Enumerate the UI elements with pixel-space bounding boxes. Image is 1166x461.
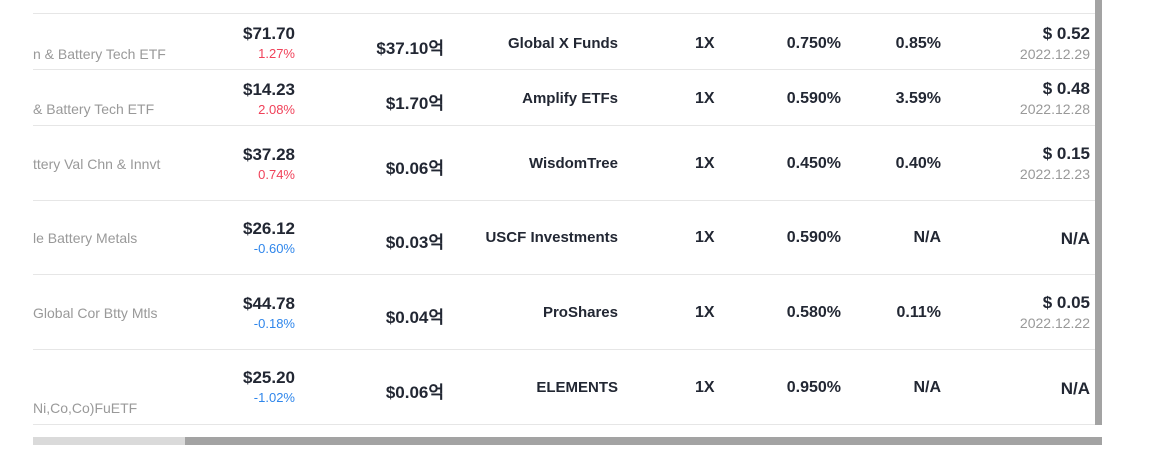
etf-price: $37.28 (243, 145, 295, 164)
etf-dividend-date: 2022.12.23 (1019, 166, 1090, 182)
etf-dividend: $ 0.05 (1042, 293, 1090, 312)
etf-leverage: 1X (695, 90, 715, 107)
etf-dividend: $ 0.48 (1042, 79, 1090, 98)
etf-aum: $0.04억 (385, 308, 444, 327)
table-row[interactable]: Global Cor Btty Mtls $44.78 -0.18% $0.04… (33, 275, 1095, 350)
etf-price-change: -1.02% (253, 390, 295, 405)
etf-dividend-yield: N/A (913, 229, 941, 246)
etf-expense-ratio: 0.590% (786, 90, 841, 107)
etf-dividend-yield: 3.59% (895, 90, 941, 107)
etf-aum: $37.10억 (376, 39, 444, 58)
etf-leverage: 1X (695, 155, 715, 172)
etf-dividend-date: 2022.12.22 (1019, 315, 1090, 331)
etf-name[interactable]: Global Cor Btty Mtls (33, 305, 157, 321)
etf-name[interactable]: le Battery Metals (33, 230, 137, 246)
etf-dividend-yield: 0.85% (895, 35, 941, 52)
etf-price: $26.12 (243, 219, 295, 238)
table-row[interactable]: & Battery Tech ETF $14.23 2.08% $1.70억 A… (33, 70, 1095, 126)
etf-dividend-yield: N/A (913, 379, 941, 396)
table-row[interactable]: ttery Val Chn & Innvt $37.28 0.74% $0.06… (33, 126, 1095, 201)
etf-issuer: ELEMENTS (536, 379, 618, 396)
etf-name[interactable]: & Battery Tech ETF (33, 101, 154, 117)
etf-price: $25.20 (243, 368, 295, 387)
vertical-scrollbar[interactable] (1095, 0, 1102, 425)
etf-expense-ratio: 0.580% (786, 304, 841, 321)
etf-issuer: Amplify ETFs (522, 90, 618, 107)
etf-aum: $1.70억 (385, 94, 444, 113)
etf-table: n & Battery Tech ETF $71.70 1.27% $37.10… (33, 0, 1095, 425)
etf-leverage: 1X (695, 304, 715, 321)
etf-name[interactable]: ttery Val Chn & Innvt (33, 156, 160, 172)
etf-aum: $0.06억 (385, 159, 444, 178)
etf-dividend: N/A (1060, 379, 1090, 398)
etf-leverage: 1X (695, 379, 715, 396)
etf-dividend-yield: 0.11% (896, 304, 941, 321)
etf-dividend-date: 2022.12.28 (1019, 101, 1090, 117)
table-row[interactable]: le Battery Metals $26.12 -0.60% $0.03억 U… (33, 201, 1095, 275)
etf-leverage: 1X (695, 229, 715, 246)
etf-dividend-date: 2022.12.29 (1019, 46, 1090, 62)
etf-aum: $0.06억 (385, 383, 444, 402)
etf-price: $71.70 (243, 24, 295, 43)
table-row[interactable]: Ni,Co,Co)FuETF $25.20 -1.02% $0.06억 ELEM… (33, 350, 1095, 425)
etf-price-change: 2.08% (258, 102, 295, 117)
etf-price-change: -0.60% (253, 241, 295, 256)
etf-price-change: -0.18% (253, 316, 295, 331)
etf-issuer: WisdomTree (528, 155, 618, 172)
etf-price: $14.23 (243, 80, 295, 99)
etf-issuer: Global X Funds (507, 35, 618, 52)
table-row[interactable]: n & Battery Tech ETF $71.70 1.27% $37.10… (33, 14, 1095, 70)
etf-price: $44.78 (243, 294, 295, 313)
etf-table-viewport: n & Battery Tech ETF $71.70 1.27% $37.10… (0, 0, 1166, 461)
etf-dividend: N/A (1060, 229, 1090, 248)
etf-issuer: USCF Investments (485, 229, 618, 246)
etf-expense-ratio: 0.450% (786, 155, 841, 172)
etf-issuer: ProShares (542, 304, 618, 321)
etf-dividend: $ 0.15 (1042, 144, 1090, 163)
etf-price-change: 1.27% (258, 46, 295, 61)
etf-leverage: 1X (695, 35, 715, 52)
etf-dividend: $ 0.52 (1042, 24, 1090, 43)
etf-name[interactable]: n & Battery Tech ETF (33, 46, 166, 62)
etf-aum: $0.03억 (385, 233, 444, 252)
etf-expense-ratio: 0.590% (786, 229, 841, 246)
etf-price-change: 0.74% (258, 167, 295, 182)
horizontal-scrollbar-thumb[interactable] (185, 437, 1102, 445)
etf-expense-ratio: 0.750% (786, 35, 841, 52)
etf-expense-ratio: 0.950% (786, 379, 841, 396)
etf-dividend-yield: 0.40% (895, 155, 941, 172)
etf-name[interactable]: Ni,Co,Co)FuETF (33, 400, 137, 416)
